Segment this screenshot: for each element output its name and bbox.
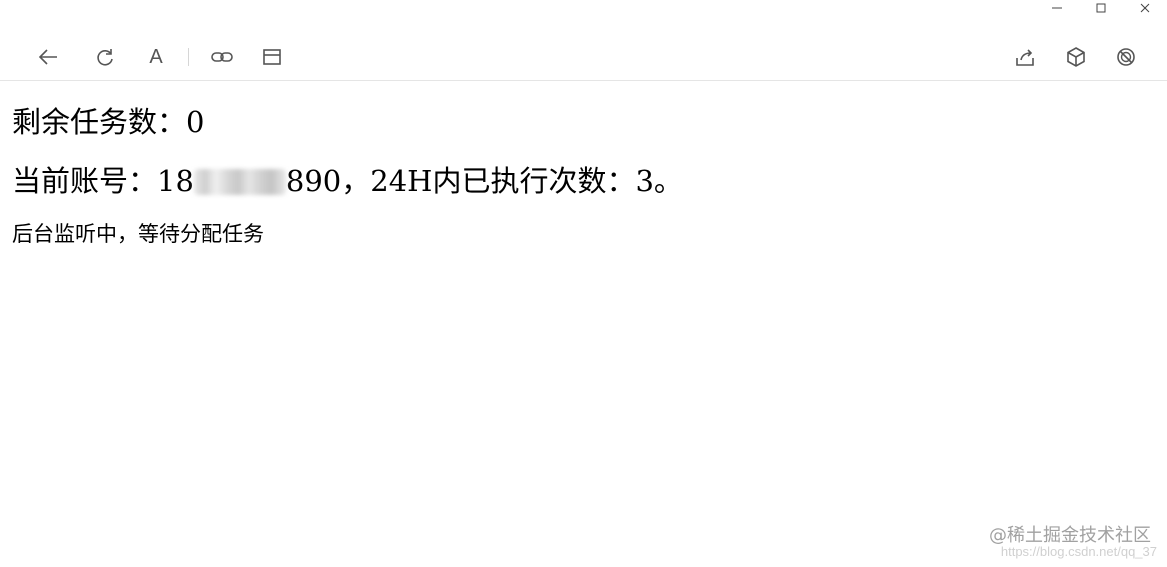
font-button[interactable]: A: [142, 43, 170, 71]
maximize-icon: [1096, 3, 1106, 13]
minimize-icon: [1052, 7, 1062, 9]
remaining-tasks-text: 剩余任务数：0: [12, 105, 205, 139]
window-controls: [1035, 0, 1167, 16]
close-icon: [1140, 3, 1150, 13]
back-button[interactable]: [34, 43, 62, 71]
refresh-icon: [97, 49, 113, 66]
status-text: 后台监听中，等待分配任务: [12, 222, 264, 246]
cube-button[interactable]: [1062, 43, 1090, 71]
refresh-button[interactable]: [91, 43, 119, 71]
redacted-account-digits: [193, 169, 286, 195]
block-icon: [1117, 48, 1135, 66]
link-button[interactable]: [208, 43, 236, 71]
close-button[interactable]: [1123, 0, 1167, 16]
watermark-brand: @稀土掘金技术社区: [989, 525, 1151, 546]
window-button[interactable]: [258, 43, 286, 71]
minimize-button[interactable]: [1035, 0, 1079, 16]
back-arrow-icon: [38, 49, 57, 65]
link-icon: [211, 52, 233, 62]
share-icon: [1016, 49, 1034, 66]
toolbar: A: [0, 34, 1167, 81]
cube-icon: [1067, 47, 1085, 67]
account-prefix: 当前账号：18: [12, 164, 194, 198]
account-info-text: 当前账号：18 890，24H内已执行次数：3。: [12, 163, 683, 199]
app-window: A 剩余任务数：0 当前账号：18 890，24H内已执行次数：3。 后台监听中…: [0, 0, 1167, 567]
maximize-button[interactable]: [1079, 0, 1123, 16]
window-icon: [263, 49, 281, 65]
share-button[interactable]: [1011, 43, 1039, 71]
account-suffix: 890，24H内已执行次数：3。: [285, 164, 683, 198]
toolbar-separator: [188, 48, 189, 66]
font-icon: A: [149, 46, 163, 68]
block-button[interactable]: [1112, 43, 1140, 71]
page-content: 剩余任务数：0 当前账号：18 890，24H内已执行次数：3。 后台监听中，等待…: [0, 80, 1167, 567]
